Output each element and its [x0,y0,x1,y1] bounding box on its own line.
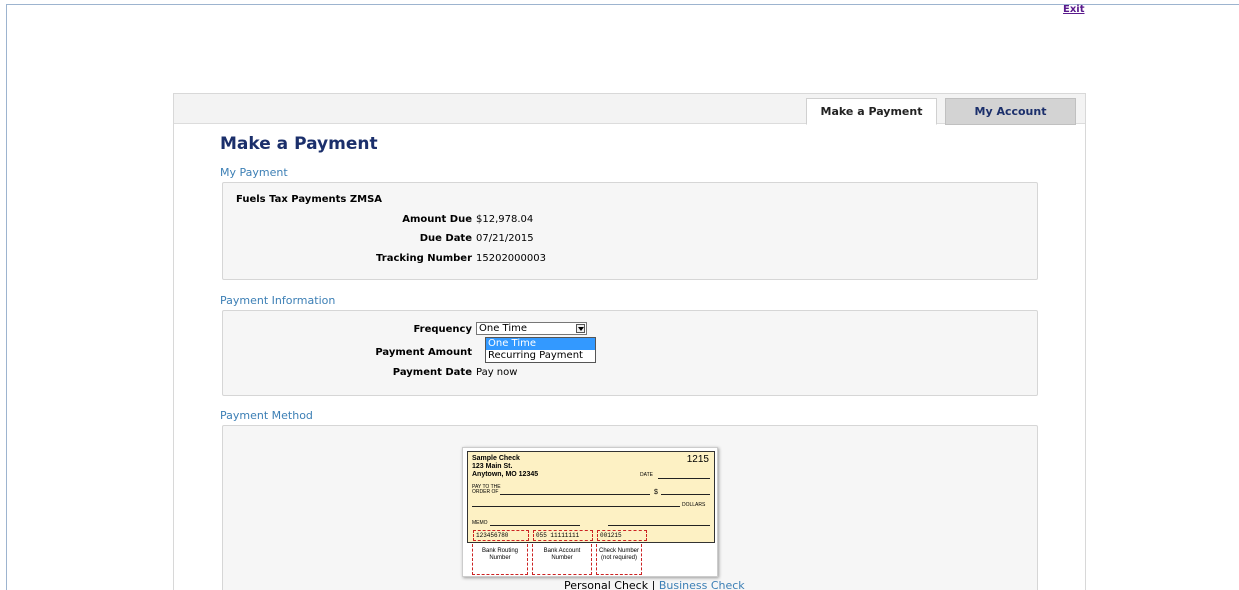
frequency-select[interactable]: One Time [476,322,587,335]
due-date-row: Due Date 07/21/2015 [223,233,534,244]
payment-method-section-title: Payment Method [220,409,313,422]
check-face: Sample Check 123 Main St. Anytown, MO 12… [467,451,715,543]
check-number: 1215 [686,454,709,465]
check-owner: Sample Check 123 Main St. Anytown, MO 12… [472,455,539,478]
payment-information-panel: Frequency One Time One Time Recurring Pay… [222,310,1038,396]
chevron-down-icon[interactable] [576,324,585,333]
payment-date-label: Payment Date [392,367,472,378]
frequency-row: Frequency One Time [223,322,587,335]
tab-bar: Make a Payment My Account [174,94,1085,125]
check-type-links: Personal Check | Business Check [564,579,745,590]
frequency-label: Frequency [413,323,472,335]
routing-number-caption: Bank Routing Number [472,544,528,575]
personal-check-label[interactable]: Personal Check [564,579,648,590]
frequency-select-value: One Time [479,323,528,334]
check-number-micr: 001215 [597,530,647,541]
check-date-label: DATE [640,472,653,478]
business-check-link[interactable]: Business Check [659,579,745,590]
check-type-separator: | [651,579,656,590]
page-title: Make a Payment [220,134,378,154]
check-dollars-label: DOLLARS [682,502,706,508]
due-date-label: Due Date [419,233,472,244]
payment-method-panel: Sample Check 123 Main St. Anytown, MO 12… [222,425,1038,590]
frequency-option-recurring[interactable]: Recurring Payment [486,350,595,362]
window-left-border [6,4,7,590]
sample-check-image: Sample Check 123 Main St. Anytown, MO 12… [462,447,718,577]
tracking-number-value: 15202000003 [476,253,546,264]
main-frame: Make a Payment My Account Make a Payment… [173,93,1086,590]
tab-make-a-payment[interactable]: Make a Payment [806,98,937,125]
due-date-value: 07/21/2015 [476,233,534,244]
window-top-border [6,4,1239,5]
payment-amount-label: Payment Amount [375,347,472,358]
routing-number-micr: 123456780 [473,530,529,541]
my-payment-panel: Fuels Tax Payments ZMSA Amount Due $12,97… [222,182,1038,280]
check-pay-to-label: PAY TO THE ORDER OF [472,484,501,495]
account-number-micr: 055 11111111 [533,530,593,541]
tracking-number-label: Tracking Number [376,253,472,264]
check-dollar-sign: $ [654,489,658,496]
frequency-option-one-time[interactable]: One Time [486,338,595,350]
payment-date-row: Payment Date Pay now [223,367,518,378]
my-payment-section-title: My Payment [220,166,288,179]
payment-amount-row: Payment Amount [223,347,476,358]
tab-my-account[interactable]: My Account [945,98,1076,125]
payment-date-value: Pay now [476,367,518,378]
check-number-caption: Check Number (not required) [596,544,642,575]
tracking-number-row: Tracking Number 15202000003 [223,253,546,264]
payee-name: Fuels Tax Payments ZMSA [236,194,383,205]
account-number-caption: Bank Account Number [532,544,592,575]
amount-due-value: $12,978.04 [476,214,534,225]
payment-information-section-title: Payment Information [220,294,336,307]
check-memo-label: MEMO [472,520,488,526]
frequency-dropdown-list: One Time Recurring Payment [485,337,596,363]
amount-due-label: Amount Due [402,214,472,225]
exit-link[interactable]: Exit [1063,4,1085,15]
amount-due-row: Amount Due $12,978.04 [223,214,533,225]
